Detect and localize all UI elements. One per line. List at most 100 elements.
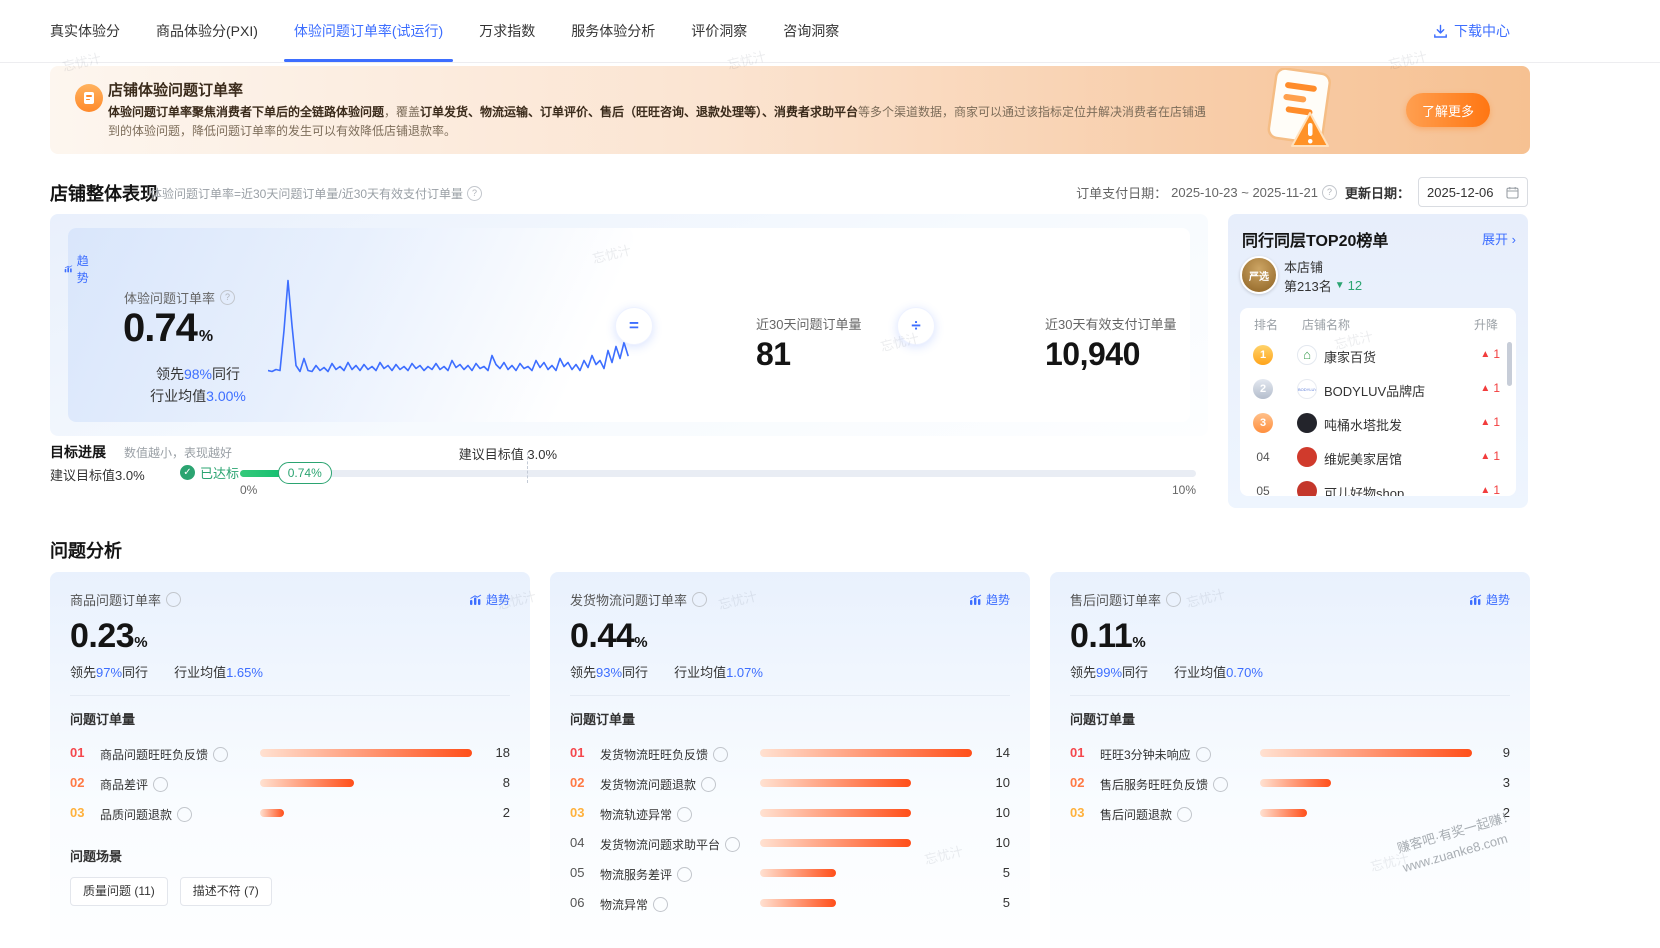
overview-card: 趋势 体验问题订单率? 0.74% 领先98%同行 行业均值3.00% =	[50, 214, 1208, 436]
ranking-row[interactable]: 1 ⌂ 康家百货 ▲ 1	[1240, 338, 1516, 372]
expand-link[interactable]: 展开 ›	[1482, 229, 1516, 248]
order-row-bar	[260, 809, 284, 817]
help-icon[interactable]	[1196, 747, 1211, 762]
help-icon[interactable]	[677, 807, 692, 822]
nav-tab[interactable]: 体验问题订单率(试运行)	[294, 0, 443, 62]
download-icon	[1433, 24, 1448, 39]
order-rank-number: 04	[570, 835, 584, 850]
order-row-label: 物流异常	[600, 896, 668, 913]
analysis-card: 商品问题订单率 趋势 0.23% 领先97%同行 行业均值1.65% 问题订单量…	[50, 572, 530, 948]
divider	[70, 695, 510, 696]
card-lead-peers: 领先99%同行	[1070, 662, 1148, 681]
page: 真实体验分 商品体验分(PXI) 体验问题订单率(试运行) 万求指数 服务体验分析 评价洞…	[0, 0, 1660, 948]
help-icon[interactable]	[1177, 807, 1192, 822]
order-row-value: 18	[496, 745, 510, 760]
nav-tab[interactable]: 万求指数	[479, 0, 535, 62]
shop-logo: ⌂	[1297, 345, 1317, 365]
help-icon[interactable]	[677, 867, 692, 882]
help-icon[interactable]	[177, 807, 192, 822]
nav-tab[interactable]: 商品体验分(PXI)	[156, 0, 258, 62]
current-value-pill: 0.74%	[278, 462, 332, 484]
order-rank-number: 01	[570, 745, 584, 760]
order-row-bar	[1260, 749, 1472, 757]
nav-tab-label: 服务体验分析	[571, 23, 655, 39]
order-row-label: 发货物流问题退款	[600, 776, 716, 793]
order-row-bar	[1260, 809, 1307, 817]
scene-chip[interactable]: 质量问题 (11)	[70, 877, 168, 906]
banner-doc-icon	[75, 84, 103, 112]
analysis-card: 发货物流问题订单率 趋势 0.44% 领先93%同行 行业均值1.07% 问题订…	[550, 572, 1030, 948]
card-stats: 领先97%同行 行业均值1.65%	[70, 662, 510, 681]
rank-down-icon: ▼	[1335, 280, 1345, 291]
order-row-label: 售后服务旺旺负反馈	[1100, 776, 1228, 793]
rank-badge: 04	[1253, 447, 1273, 467]
nav-tab[interactable]: 真实体验分	[50, 0, 120, 62]
nav-tab[interactable]: 服务体验分析	[571, 0, 655, 62]
ranking-row[interactable]: 05 可儿好物shop ▲ 1	[1240, 474, 1516, 496]
kpi-value: 0.74%	[123, 306, 212, 351]
ranking-scrollbar[interactable]	[1507, 342, 1512, 386]
target-progress-hint: 数值越小，表现越好	[124, 444, 232, 461]
card-industry-average: 行业均值0.70%	[1174, 662, 1263, 681]
order-row-label: 物流服务差评	[600, 866, 692, 883]
overview-trend-link[interactable]: 趋势	[64, 252, 93, 286]
help-icon[interactable]	[701, 777, 716, 792]
peer-ranking-panel: 同行同层TOP20榜单 展开 › 严选 本店铺 第213名 ▼ 12 排名 店铺…	[1228, 214, 1528, 508]
shop-logo	[1297, 413, 1317, 433]
shop-logo	[1297, 447, 1317, 467]
nav-tab[interactable]: 咨询洞察	[783, 0, 839, 62]
order-row-value: 2	[1503, 805, 1510, 820]
help-icon[interactable]	[653, 897, 668, 912]
help-icon[interactable]: ?	[467, 186, 482, 201]
trend-chart-icon	[969, 594, 982, 606]
nav-tab-label: 真实体验分	[50, 23, 120, 39]
order-row: 01 商品问题旺旺负反馈 18	[70, 738, 510, 768]
axis-max-label: 10%	[1172, 483, 1196, 497]
ranking-row[interactable]: 2 BODYLUV BODYLUV品牌店 ▲ 1	[1240, 372, 1516, 406]
help-icon[interactable]	[166, 592, 181, 607]
help-icon[interactable]	[1213, 777, 1228, 792]
analysis-card-title: 售后问题订单率	[1070, 590, 1181, 609]
metric-paid-orders: 近30天有效支付订单量 10,940	[1045, 314, 1176, 373]
ranking-row[interactable]: 04 维妮美家居馆 ▲ 1	[1240, 440, 1516, 474]
nav-tab-label: 评价洞察	[691, 23, 747, 39]
download-center-button[interactable]: 下载中心	[1433, 0, 1510, 62]
nav-tab-label: 体验问题订单率(试运行)	[294, 23, 443, 39]
learn-more-button[interactable]: 了解更多	[1406, 93, 1490, 127]
help-icon[interactable]: ?	[220, 290, 235, 305]
axis-min-label: 0%	[240, 483, 257, 497]
progress-track	[240, 470, 1196, 477]
ranked-shop-name: 康家百货	[1324, 347, 1376, 366]
order-row-label: 物流轨迹异常	[600, 806, 692, 823]
order-rank-number: 02	[570, 775, 584, 790]
rank-badge: 1	[1253, 345, 1273, 365]
help-icon[interactable]	[213, 747, 228, 762]
ranking-row[interactable]: 3 吨桶水塔批发 ▲ 1	[1240, 406, 1516, 440]
order-rank-number: 01	[1070, 745, 1084, 760]
scene-chip[interactable]: 描述不符 (7)	[180, 877, 272, 906]
help-icon[interactable]: ?	[1322, 185, 1337, 200]
kpi-formula: 体验问题订单率=近30天问题订单量/近30天有效支付订单量?	[150, 185, 482, 202]
ranking-title: 同行同层TOP20榜单	[1242, 227, 1388, 251]
order-row-label: 商品问题旺旺负反馈	[100, 746, 228, 763]
help-icon[interactable]	[1166, 592, 1181, 607]
analysis-section-title: 问题分析	[50, 537, 122, 563]
help-icon[interactable]	[713, 747, 728, 762]
help-icon[interactable]	[692, 592, 707, 607]
rank-change-value: 1	[1493, 415, 1500, 429]
order-rank-number: 03	[1070, 805, 1084, 820]
help-icon[interactable]	[153, 777, 168, 792]
card-industry-average: 行业均值1.65%	[174, 662, 263, 681]
card-trend-link[interactable]: 趋势	[969, 591, 1010, 608]
card-stats: 领先93%同行 行业均值1.07%	[570, 662, 1010, 681]
rank-badge: 2	[1253, 379, 1273, 399]
nav-tab[interactable]: 评价洞察	[691, 0, 747, 62]
card-trend-link[interactable]: 趋势	[1469, 591, 1510, 608]
order-row: 02 售后服务旺旺负反馈 3	[1070, 768, 1510, 798]
ranking-table-header: 排名 店铺名称 升降	[1240, 316, 1516, 338]
update-date-picker[interactable]: 2025-12-06	[1418, 177, 1528, 207]
card-trend-link[interactable]: 趋势	[469, 591, 510, 608]
trend-chart-icon	[64, 263, 73, 275]
help-icon[interactable]	[725, 837, 740, 852]
orders-subtitle: 问题订单量	[70, 709, 510, 728]
